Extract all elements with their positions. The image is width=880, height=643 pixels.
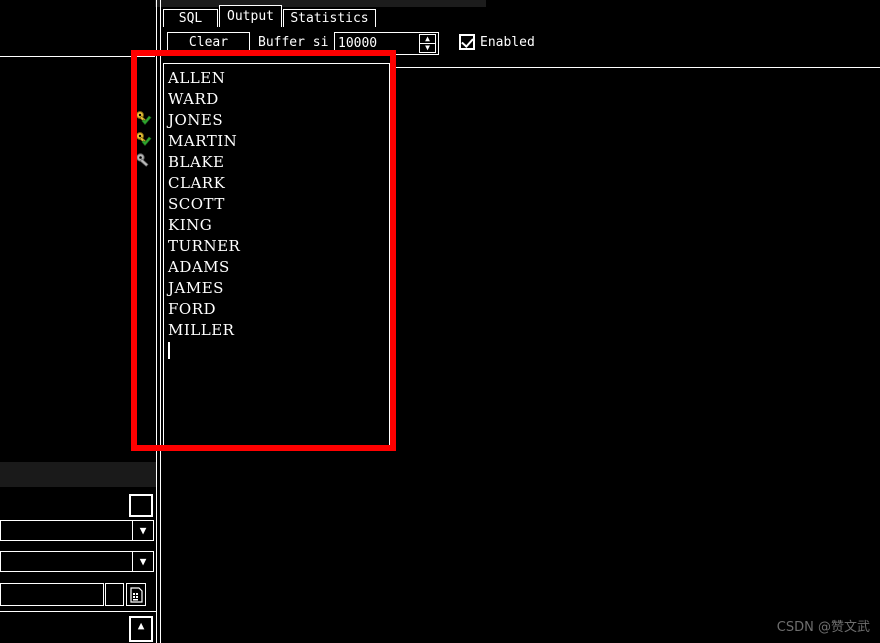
buffer-size-spinner[interactable]: ▲ ▼ (419, 34, 436, 53)
chevron-up-icon[interactable]: ▲ (129, 616, 153, 642)
output-line: FORD (168, 300, 217, 318)
buffer-size-value: 10000 (338, 36, 378, 51)
enabled-checkbox[interactable] (459, 34, 475, 50)
output-line: CLARK (168, 174, 226, 192)
key-icon-column (135, 110, 155, 173)
chevron-up-icon[interactable]: ▲ (420, 35, 435, 43)
chevron-down-icon[interactable]: ▼ (132, 552, 153, 571)
tab-sql[interactable]: SQL (163, 9, 218, 27)
output-line: MARTIN (168, 132, 238, 150)
key-gray-icon (136, 153, 149, 167)
key-check-gold-icon (136, 111, 152, 125)
enabled-checkbox-group[interactable]: Enabled (459, 34, 535, 50)
text-caret (168, 342, 170, 359)
pane-splitter[interactable] (156, 0, 157, 643)
output-line: BLAKE (168, 153, 225, 171)
key-check-gold-icon (136, 132, 152, 146)
chevron-down-icon[interactable]: ▼ (132, 521, 153, 540)
output-line: TURNER (168, 237, 241, 255)
output-line: ALLEN (168, 69, 226, 87)
left-pane-divider (0, 56, 155, 57)
output-line: KING (168, 216, 213, 234)
output-line: JONES (168, 111, 224, 129)
output-text-area[interactable]: ALLEN WARD JONES MARTIN BLAKE CLARK SCOT… (163, 63, 390, 448)
document-glyph (129, 586, 143, 603)
text-input[interactable] (0, 583, 104, 606)
dropdown-one[interactable]: ▼ (0, 520, 154, 541)
output-line: ADAMS (168, 258, 230, 276)
left-pane (0, 0, 155, 643)
chevron-down-icon[interactable]: ▼ (420, 44, 435, 52)
output-line: JAMES (168, 279, 224, 297)
dropdown-two[interactable]: ▼ (0, 551, 154, 572)
tab-statistics[interactable]: Statistics (283, 9, 376, 27)
output-line: WARD (168, 90, 219, 108)
document-icon[interactable] (126, 583, 146, 606)
output-line: MILLER (168, 321, 235, 339)
buffer-size-field[interactable]: 10000 ▲ ▼ (334, 32, 439, 55)
clear-button[interactable]: Clear (167, 32, 250, 54)
bottom-spinner-row: ▲ (0, 611, 156, 643)
form-section-header (0, 462, 156, 487)
tab-output[interactable]: Output (219, 5, 282, 27)
small-button[interactable] (105, 583, 124, 606)
enabled-label: Enabled (480, 34, 535, 50)
square-button[interactable] (129, 494, 153, 517)
pane-splitter-edge (160, 0, 161, 643)
buffer-size-label: Buffer si (258, 35, 329, 50)
output-line: SCOTT (168, 195, 225, 213)
watermark: CSDN @赞文武 (776, 620, 870, 635)
